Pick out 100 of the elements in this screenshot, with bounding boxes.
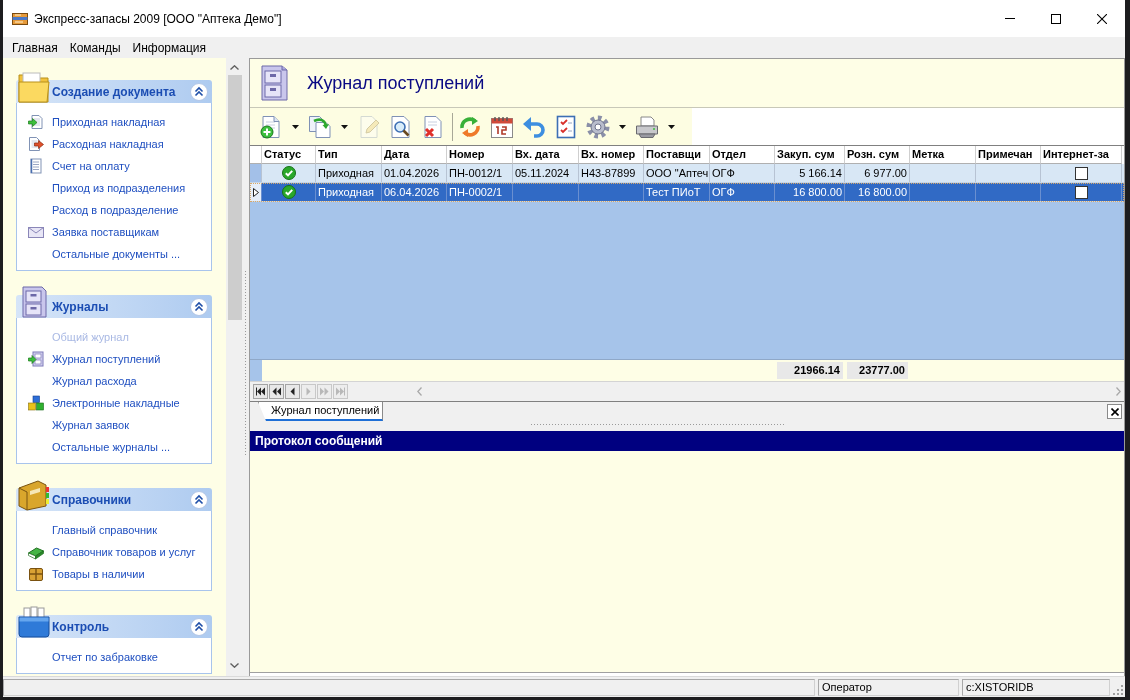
double-triangle-right-icon	[320, 387, 329, 396]
group-title: Справочники	[52, 492, 132, 507]
skip-to-start-icon	[256, 387, 265, 396]
sidebar-link[interactable]: Заявка поставщикам	[52, 226, 160, 238]
document-plus-icon	[259, 114, 283, 139]
sidebar-link[interactable]: Расходная накладная	[52, 138, 164, 150]
circular-arrows-icon	[458, 114, 482, 139]
stacked-boxes-icon	[12, 10, 28, 27]
group-title: Контроль	[52, 619, 110, 634]
caret-down-icon	[668, 124, 675, 129]
table-cell: 16 800.00	[775, 183, 845, 201]
skip-to-end-icon	[336, 387, 345, 396]
menu-item[interactable]: Команды	[63, 40, 127, 55]
document-tab[interactable]: Журнал поступлений	[258, 402, 384, 421]
caret-down-icon	[292, 124, 299, 129]
parcel-icon	[28, 566, 44, 582]
sidebar-link[interactable]: Приходная накладная	[52, 116, 166, 128]
splitter-handle[interactable]	[244, 270, 247, 455]
caret-down-icon	[619, 124, 626, 129]
first-record-button[interactable]	[253, 384, 268, 399]
double-triangle-left-icon	[272, 387, 281, 396]
row-pointer-icon	[253, 187, 259, 197]
sidebar-link[interactable]: Справочник товаров и услуг	[52, 546, 196, 558]
file-cabinet-icon	[259, 65, 289, 101]
column-header[interactable]: Примечан	[976, 146, 1041, 164]
column-header[interactable]: Поставщи	[644, 146, 710, 164]
column-header[interactable]: Розн. сум	[845, 146, 910, 164]
previous-record-button[interactable]	[285, 384, 300, 399]
close-panel-button[interactable]	[1107, 404, 1122, 419]
document-arrow-icon	[28, 114, 44, 130]
resize-grip-icon[interactable]	[1113, 685, 1123, 695]
column-total: 21966.14	[777, 362, 843, 379]
sidebar-link[interactable]: Остальные журналы ...	[52, 441, 171, 453]
close-icon	[1097, 13, 1107, 24]
document-cross-icon	[421, 114, 445, 139]
window-title: Экспресс-запасы 2009 [ООО "Аптека Демо"]	[34, 11, 283, 26]
table-cell: 05.11.2024	[513, 164, 579, 182]
table-cell: 01.04.2026	[382, 164, 447, 182]
chevron-down-icon	[230, 663, 239, 668]
pencil-document-icon	[357, 114, 381, 139]
journal-title: Журнал поступлений	[307, 72, 485, 94]
table-row[interactable]: Приходная 06.04.2026 ПН-0002/1 Тест ПИоТ ОГФ 16 800.00 16 800.00	[250, 183, 1124, 202]
panel-title: Протокол сообщений	[255, 434, 383, 448]
sidebar-link[interactable]: Журнал расхода	[52, 375, 137, 387]
previous-page-button[interactable]	[269, 384, 284, 399]
checkbox[interactable]	[1074, 166, 1088, 180]
splitter-handle[interactable]	[529, 423, 785, 427]
sidebar-link[interactable]: Журнал заявок	[52, 419, 129, 431]
sidebar-link[interactable]: Отчет по забраковке	[52, 651, 158, 663]
column-header[interactable]: Вх. дата	[513, 146, 579, 164]
sidebar-link[interactable]: Электронные накладные	[52, 397, 180, 409]
sidebar-link[interactable]: Остальные документы ...	[52, 248, 181, 260]
sidebar-link[interactable]: Счет на оплату	[52, 160, 130, 172]
table-cell: Тест ПИоТ	[644, 183, 710, 201]
collapse-button[interactable]	[190, 82, 208, 101]
menu-item[interactable]: Информация	[126, 40, 212, 55]
cubes-icon	[28, 395, 44, 411]
scrollbar-thumb[interactable]	[227, 75, 242, 320]
envelope-icon	[28, 224, 44, 240]
table-cell: ОГФ	[710, 164, 775, 182]
column-header[interactable]: Интернет-за	[1041, 146, 1122, 164]
undo-arrow-icon	[522, 114, 546, 139]
table-cell: ПН-0012/1	[447, 164, 513, 182]
close-icon	[1110, 407, 1119, 416]
lined-page-icon	[28, 158, 44, 174]
table-cell: ПН-0002/1	[447, 183, 513, 201]
row-indicator	[250, 360, 262, 381]
sidebar-link[interactable]: Приход из подразделения	[52, 182, 186, 194]
calendar-icon	[490, 114, 514, 139]
menu-item[interactable]: Главная	[6, 40, 64, 55]
collapse-button[interactable]	[190, 617, 208, 636]
book-icon	[18, 479, 50, 511]
minimize-icon	[1005, 18, 1015, 19]
sidebar-link[interactable]: Главный справочник	[52, 524, 157, 536]
column-header[interactable]: Статус	[262, 146, 316, 164]
group-title: Создание документа	[52, 84, 176, 99]
column-header[interactable]: Вх. номер	[579, 146, 644, 164]
table-cell: 06.04.2026	[382, 183, 447, 201]
column-header[interactable]: Дата	[382, 146, 447, 164]
column-header[interactable]: Номер	[447, 146, 513, 164]
cabinet-arrow-icon	[28, 351, 44, 367]
status-panel: Оператор	[818, 678, 959, 696]
collapse-button[interactable]	[190, 490, 208, 509]
table-cell: ОГФ	[710, 183, 775, 201]
documents-arrow-icon	[308, 114, 332, 139]
sidebar-link[interactable]: Товары в наличии	[52, 568, 145, 580]
table-cell: Н43-87899	[579, 164, 644, 182]
triangle-right-icon	[304, 387, 313, 396]
collapse-button[interactable]	[190, 297, 208, 316]
document-arrow-icon	[28, 136, 44, 152]
group-title: Журналы	[52, 299, 109, 314]
sidebar-link[interactable]: Журнал поступлений	[52, 353, 161, 365]
checkbox[interactable]	[1074, 185, 1088, 199]
column-header[interactable]: Закуп. сум	[775, 146, 845, 164]
column-header[interactable]: Отдел	[710, 146, 775, 164]
sidebar-link[interactable]: Расход в подразделение	[52, 204, 179, 216]
status-panel: c:XISTORIDB	[962, 678, 1110, 696]
column-header[interactable]: Тип	[316, 146, 382, 164]
chevron-right-icon	[1116, 387, 1121, 396]
column-header[interactable]: Метка	[910, 146, 976, 164]
